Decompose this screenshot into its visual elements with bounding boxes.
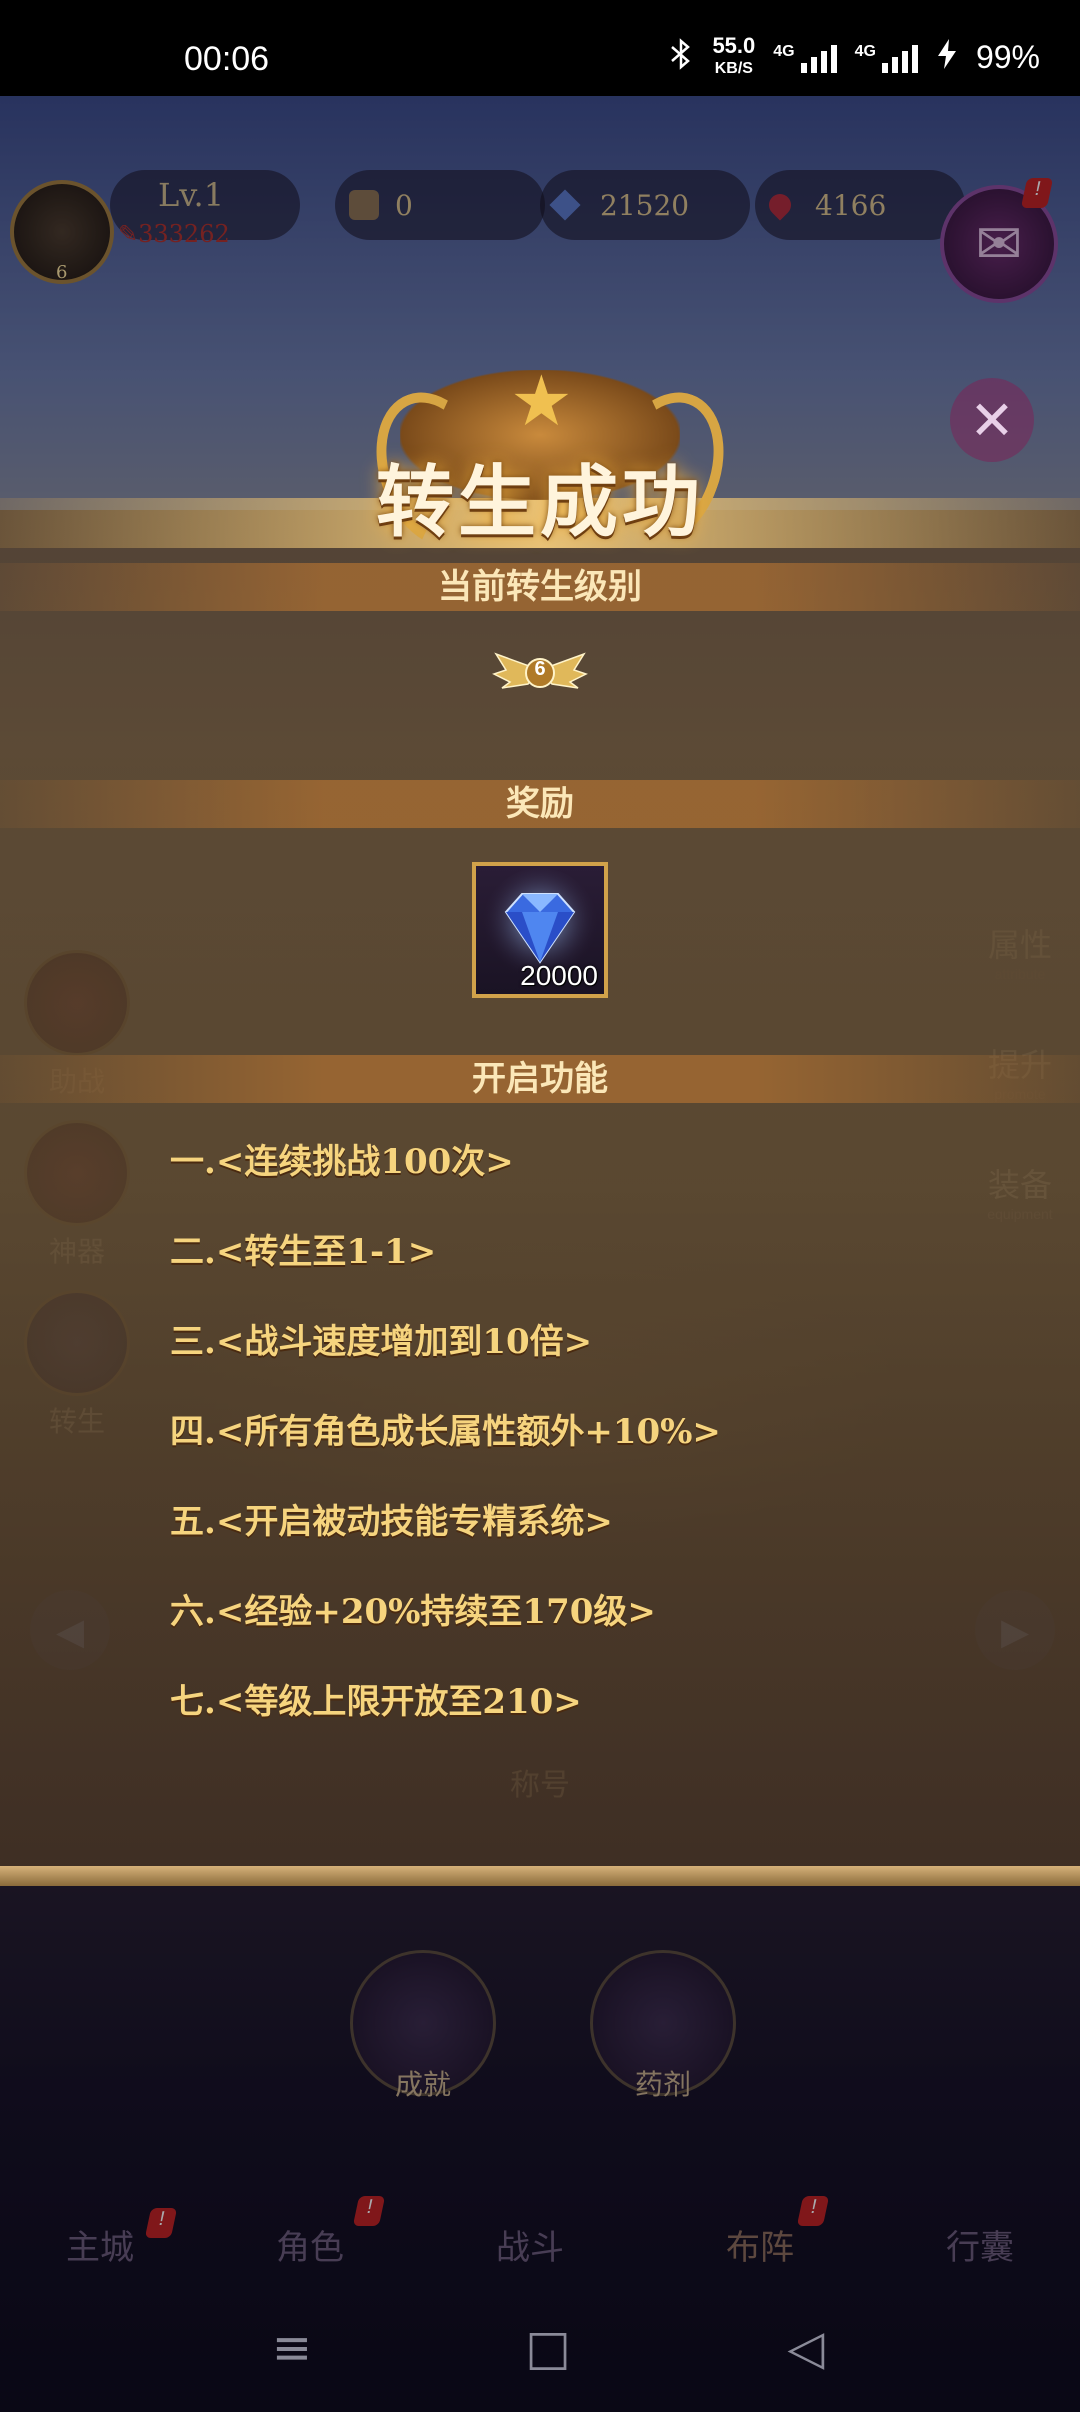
bluetooth-icon xyxy=(668,37,694,78)
rebirth-rank-badge: 6 xyxy=(488,640,592,700)
reward-item-slot[interactable]: 20000 xyxy=(472,862,608,998)
feature-item: 七.<等级上限开放至210> xyxy=(170,1682,582,1722)
feature-item: 五.<开启被动技能专精系统> xyxy=(170,1502,613,1542)
current-level-heading: 当前转生级别 xyxy=(0,563,1080,611)
battery-percent: 99% xyxy=(975,39,1040,75)
unlocked-features-list: 一.<连续挑战100次> 二.<转生至1-1> 三.<战斗速度增加到10倍> 四… xyxy=(170,1130,721,1760)
sim2-label: 4G xyxy=(854,42,876,60)
features-heading: 开启功能 xyxy=(0,1055,1080,1103)
feature-item: 四.<所有角色成长属性额外+10%> xyxy=(170,1412,721,1452)
status-time: 00:06 xyxy=(184,40,270,78)
star-icon: ★ xyxy=(510,360,573,442)
feature-item: 二.<转生至1-1> xyxy=(170,1232,437,1272)
sim1-label: 4G xyxy=(773,42,795,60)
reward-count: 20000 xyxy=(520,960,598,991)
feature-item: 六.<经验+20%持续至170级> xyxy=(170,1592,656,1632)
signal-icon: 4G xyxy=(773,42,837,73)
feature-item: 三.<战斗速度增加到10倍> xyxy=(170,1322,593,1362)
network-speed-unit: KB/S xyxy=(714,60,753,77)
charging-icon xyxy=(936,38,958,78)
signal-icon: 4G xyxy=(855,43,918,73)
status-bar: 00:06 55.0 KB/S 4G 4G 99% xyxy=(0,0,1080,96)
network-speed: 55.0 KB/S xyxy=(712,33,756,79)
panel-bottom-border xyxy=(0,1866,1080,1886)
feature-item: 一.<连续挑战100次> xyxy=(170,1142,514,1182)
rebirth-rank-value: 6 xyxy=(534,658,546,680)
back-icon[interactable]: ◁ xyxy=(776,2320,836,2380)
status-indicators: 55.0 KB/S 4G 4G 99% xyxy=(668,33,1040,79)
network-speed-value: 55.0 xyxy=(712,33,756,58)
menu-icon[interactable]: ≡ xyxy=(262,2320,322,2380)
home-icon[interactable]: □ xyxy=(518,2320,578,2380)
dialog-title: 转生成功 xyxy=(375,457,704,548)
reward-heading: 奖励 xyxy=(0,780,1080,828)
